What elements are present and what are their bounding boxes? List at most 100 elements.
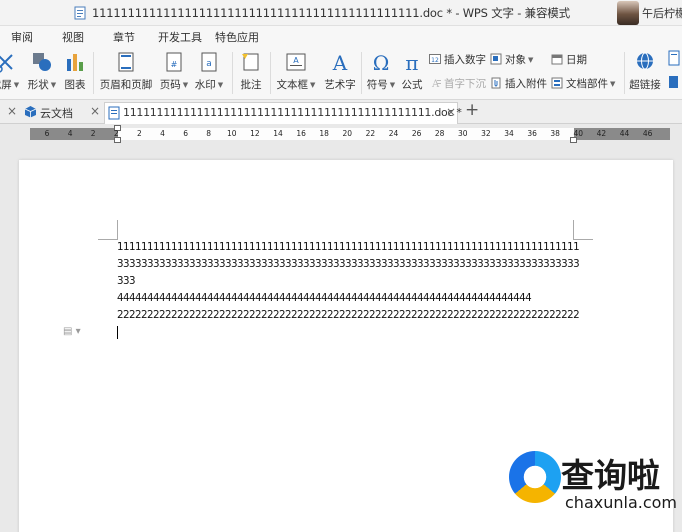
document-tab-bar: × 云文档 × 11111111111111111111111111111111… — [0, 100, 682, 124]
chart-label: 图表 — [64, 79, 86, 91]
magnifier-logo-icon — [509, 451, 561, 503]
ruler-tick-label: 32 — [481, 129, 491, 138]
ruler-tick-label: 40 — [573, 129, 584, 138]
margin-corner-top-left — [98, 220, 118, 240]
ruler-tick-label: 10 — [227, 129, 237, 138]
pi-formula-icon: π — [405, 51, 418, 73]
ruler-tick-label: 46 — [642, 129, 653, 138]
toolbar-separator — [232, 52, 233, 94]
ribbon-toolbar: 截屏▼ 形状▼ 图表 页眉和页脚 # 页码▼ — [0, 46, 682, 100]
hyperlink-label: 超链接 — [629, 79, 661, 91]
close-cloud-docs-icon[interactable]: × — [90, 104, 100, 118]
ruler-tick-label: 42 — [596, 129, 607, 138]
user-avatar[interactable] — [617, 1, 639, 25]
symbol-button[interactable]: Ω 符号 ▼ — [364, 46, 398, 100]
watermark-button[interactable]: a 水印 ▼ — [192, 46, 226, 100]
svg-text:A: A — [332, 51, 348, 73]
tab-special-apps[interactable]: 特色应用 — [215, 29, 259, 45]
screenshot-button[interactable]: 截屏▼ — [0, 46, 22, 100]
paragraph-line-2[interactable]: 3333333333333333333333333333333333333333… — [117, 258, 580, 270]
watermark-icon: a — [201, 52, 217, 72]
watermark-label: 水印 — [194, 79, 216, 91]
drop-cap-icon: A — [431, 79, 441, 89]
paragraph-line-4[interactable]: 4444444444444444444444444444444444444444… — [117, 292, 532, 304]
doc-parts-label: 文档部件 — [566, 78, 608, 90]
close-tab-icon[interactable]: × — [7, 104, 17, 118]
object-icon — [490, 53, 502, 65]
close-active-tab-icon[interactable]: × — [446, 105, 456, 119]
ruler-tick-label: 30 — [458, 129, 468, 138]
ruler-tick-label: 4 — [160, 129, 165, 138]
formula-label: 公式 — [401, 79, 423, 91]
watermark-brand-cn: 查询啦 — [561, 456, 660, 495]
drop-cap-label: 首字下沉 — [444, 78, 486, 90]
ruler-bar[interactable]: 6 4 2 2 2 4 6 8 10 12 14 16 18 20 22 24 26 28 30 32 34 36 38 40… — [30, 125, 670, 143]
word-art-icon: A — [332, 51, 348, 73]
horizontal-ruler: 6 4 2 2 2 4 6 8 10 12 14 16 18 20 22 24 26 28 30 32 34 36 38 40… — [0, 124, 682, 144]
comment-icon — [242, 53, 259, 71]
title-bar: 1111111111111111111111111111111111111111… — [0, 0, 682, 26]
ruler-tick-label: 4 — [67, 129, 73, 138]
screenshot-icon — [0, 54, 13, 73]
doc-file-icon — [108, 106, 120, 120]
wps-doc-icon — [74, 6, 86, 20]
ruler-tick-label: 28 — [434, 129, 445, 138]
word-art-button[interactable]: A 艺术字 — [322, 46, 358, 100]
watermark-brand-url: chaxunla.com — [565, 493, 677, 512]
page-number-label: 页码 — [159, 79, 181, 91]
new-tab-button[interactable]: + — [465, 100, 479, 120]
paragraph-handle-icon[interactable]: ▤ ▾ — [63, 326, 81, 337]
text-box-label: 文本框 — [276, 79, 309, 91]
chart-button[interactable]: 图表 — [62, 46, 88, 100]
insert-number-button[interactable]: 12 插入数字 — [429, 52, 486, 68]
bookmark-icon[interactable] — [666, 50, 682, 66]
ruler-tick-label: 16 — [296, 129, 306, 138]
tab-active-document-label: 1111111111111111111111111111111111111111… — [123, 106, 462, 119]
hyperlink-button[interactable]: 超链接 — [627, 46, 663, 100]
formula-button[interactable]: π 公式 — [398, 46, 426, 100]
tab-review[interactable]: 审阅 — [11, 29, 33, 45]
page-number-button[interactable]: # 页码 ▼ — [157, 46, 191, 100]
text-box-button[interactable]: A 文本框 ▼ — [274, 46, 318, 100]
tab-active-document[interactable]: 1111111111111111111111111111111111111111… — [104, 102, 462, 124]
header-footer-button[interactable]: 页眉和页脚 — [99, 46, 153, 100]
date-button[interactable]: 日期 — [551, 52, 587, 68]
date-label: 日期 — [566, 54, 587, 66]
ruler-tick-label: 2 — [90, 129, 96, 138]
ruler-tick-label: 2 — [113, 129, 119, 138]
shapes-button[interactable]: 形状 ▼ — [24, 46, 60, 100]
margin-corner-top-right — [573, 220, 593, 240]
window-title: 1111111111111111111111111111111111111111… — [92, 6, 570, 20]
tab-developer[interactable]: 开发工具 — [158, 29, 202, 45]
ruler-tick-label: 26 — [411, 129, 422, 138]
ruler-tick-label: 34 — [504, 129, 514, 138]
toolbar-separator — [270, 52, 271, 94]
tab-section[interactable]: 章节 — [113, 29, 135, 45]
insert-number-icon: 12 — [429, 54, 441, 64]
cube-icon — [24, 106, 37, 118]
tab-view[interactable]: 视图 — [62, 29, 84, 45]
cross-reference-icon[interactable] — [666, 74, 682, 90]
page-number-icon: # — [166, 52, 182, 72]
header-footer-icon — [118, 52, 134, 72]
user-name[interactable]: 午后柠檬 — [642, 5, 682, 21]
text-cursor — [117, 326, 118, 339]
paragraph-line-5[interactable]: 2222222222222222222222222222222222222222… — [117, 309, 580, 321]
paragraph-line-3[interactable]: 333 — [117, 275, 136, 287]
insert-number-label: 插入数字 — [444, 54, 486, 66]
insert-attachment-label: 插入附件 — [505, 78, 547, 90]
svg-text:#: # — [171, 60, 178, 69]
svg-text:π: π — [405, 51, 418, 73]
drop-cap-button[interactable]: A 首字下沉 — [429, 76, 486, 92]
doc-parts-button[interactable]: 文档部件 ▼ — [551, 76, 615, 92]
paragraph-line-1[interactable]: 1111111111111111111111111111111111111111… — [117, 241, 580, 253]
ruler-tick-label: 14 — [273, 129, 283, 138]
ruler-tick-label: 6 — [44, 129, 50, 138]
object-label: 对象 — [505, 54, 526, 66]
object-button[interactable]: 对象 ▼ — [490, 52, 533, 68]
header-footer-label: 页眉和页脚 — [99, 79, 153, 91]
insert-attachment-button[interactable]: 插入附件 — [490, 76, 547, 92]
paperclip-icon — [491, 77, 501, 89]
site-watermark: 查询啦 chaxunla.com — [503, 447, 677, 525]
comment-button[interactable]: 批注 — [237, 46, 265, 100]
